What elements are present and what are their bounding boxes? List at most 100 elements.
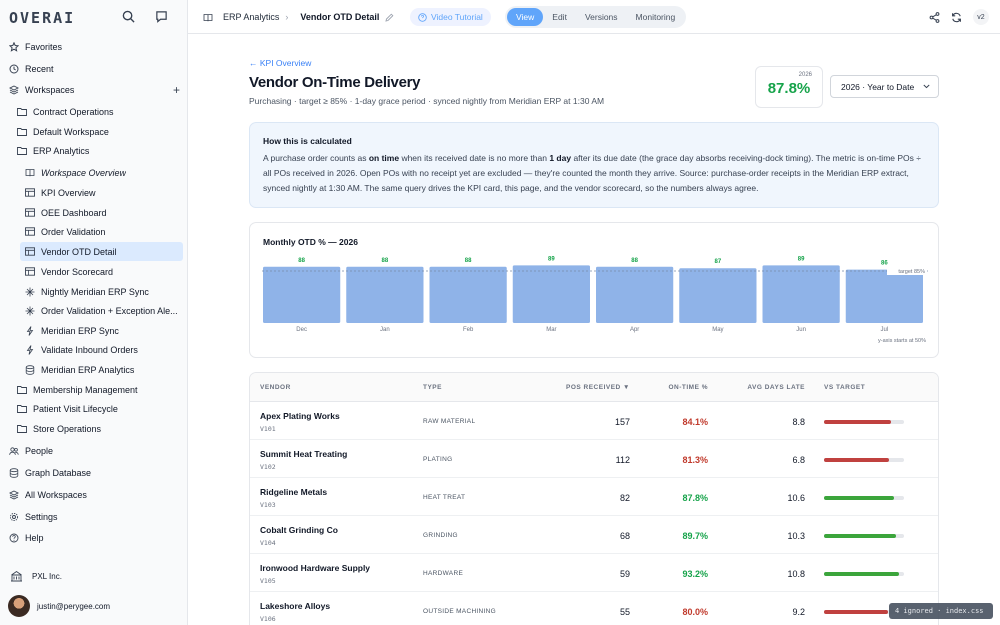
col-avg-days-late[interactable]: AVG DAYS LATE [747,384,805,391]
col-on-time[interactable]: ON-TIME % [668,384,708,391]
vendor-name: Ironwood Hardware Supply [260,563,371,573]
org-switcher[interactable]: PXL Inc. [10,570,62,582]
share-icon[interactable] [928,11,940,23]
sidebar-item-nightly-meridian-erp-sync[interactable]: Nightly Meridian ERP Sync [20,282,183,301]
sidebar-item-vendor-scorecard[interactable]: Vendor Scorecard [20,262,183,281]
target-label: target 85% [898,269,925,275]
chart-tick-label: Feb [463,327,474,333]
period-select[interactable]: 2026 · Year to Date [830,75,939,98]
kpi-card: 2026 87.8% [755,66,823,108]
sidebar-item-oee-dashboard[interactable]: OEE Dashboard [20,203,183,222]
folder-icon [17,405,27,413]
sidebar-item-validate-inbound-orders[interactable]: Validate Inbound Orders [20,340,183,359]
chart-data-label: 88 [631,258,638,264]
vendor-code: V101 [260,425,276,433]
chart-footnote: y-axis starts at 50% [878,338,926,344]
sidebar-item-recent[interactable]: Recent [4,59,184,78]
help-icon [9,533,19,542]
pos-received: 55 [619,607,630,617]
chart-bar[interactable] [429,266,507,323]
chart-svg: 88 Dec 88 Jan 88 Feb 89 Mar 88 Apr 87 May 89 Jun 86 Jul… [262,256,928,344]
tab-view[interactable]: View [507,8,544,26]
chart-bar[interactable] [512,265,590,323]
dev-toast: 4 ignored · index.css [889,603,993,619]
sidebar-item-store-operations[interactable]: Store Operations [12,419,184,438]
vendor-name: Apex Plating Works [260,411,340,421]
sidebar-item-kpi-overview[interactable]: KPI Overview [20,183,183,202]
col-type[interactable]: TYPE [423,384,442,391]
table-row[interactable]: Cobalt Grinding Co V104 GRINDING 68 89.7% 10.… [250,516,938,554]
avg-days-late: 8.8 [792,417,805,427]
sidebar-item-order-validation[interactable]: Order Validation [20,222,183,241]
sidebar-item-contract-operations[interactable]: Contract Operations [12,102,184,121]
sidebar-item-all-workspaces[interactable]: All Workspaces [4,485,184,504]
sidebar-item-workspaces[interactable]: Workspaces [4,80,184,99]
table-row[interactable]: Ridgeline Metals V103 HEAT TREAT 82 87.8% 10.… [250,478,938,516]
sidebar-item-help[interactable]: Help [4,528,184,547]
sidebar-item-default-workspace[interactable]: Default Workspace [12,122,184,141]
vendor-name: Summit Heat Treating [260,449,348,459]
sidebar-item-patient-visit-lifecycle[interactable]: Patient Visit Lifecycle [12,399,184,418]
vendor-code: V105 [260,577,276,585]
chart-data-label: 86 [881,261,888,267]
col-vendor[interactable]: VENDOR [260,384,291,391]
folder-open-icon [17,147,27,155]
sidebar-item-order-validation-exception-alerts[interactable]: Order Validation + Exception Ale... [20,301,183,320]
version-badge[interactable]: v2 [973,9,989,25]
chart-data-label: 87 [715,259,722,265]
sidebar-item-settings[interactable]: Settings [4,507,184,526]
tab-edit[interactable]: Edit [543,8,576,26]
sidebar-item-graph-database[interactable]: Graph Database [4,463,184,482]
user-email: justin@perygee.com [37,601,111,611]
book-icon [25,169,35,177]
chart-data-label: 88 [382,258,389,264]
chart-bar[interactable] [596,266,674,323]
tab-monitoring[interactable]: Monitoring [627,8,685,26]
table-row[interactable]: Ironwood Hardware Supply V105 HARDWARE 59 93… [250,554,938,592]
sidebar-item-people[interactable]: People [4,441,184,460]
org-name: PXL Inc. [32,571,62,581]
breadcrumb-parent[interactable]: ERP Analytics [223,12,279,22]
video-tutorial-button[interactable]: Video Tutorial [410,8,491,26]
chat-icon[interactable] [153,8,169,24]
chart-bar[interactable] [263,266,341,323]
on-time-percent: 80.0% [682,607,708,617]
vendor-code: V106 [260,615,276,623]
table-row[interactable]: Summit Heat Treating V102 PLATING 112 81.3% 6… [250,440,938,478]
sidebar-item-membership-management[interactable]: Membership Management [12,380,184,399]
col-vs-target[interactable]: VS TARGET [824,384,865,391]
vs-target-bar-fill [824,458,890,462]
table-row[interactable]: Apex Plating Works V101 RAW MATERIAL 157 84.… [250,402,938,440]
tab-versions[interactable]: Versions [576,8,627,26]
chart-bar[interactable] [762,265,840,323]
on-time-percent: 87.8% [682,493,708,503]
folder-icon [17,386,27,394]
table-icon [25,208,35,217]
user-menu[interactable]: justin@perygee.com [8,595,110,617]
topbar: ERP Analytics › Vendor OTD Detail Video … [188,0,1000,34]
sidebar-item-meridian-erp-sync[interactable]: Meridian ERP Sync [20,321,183,340]
sidebar-item-erp-analytics[interactable]: ERP Analytics [12,141,184,160]
page-title: Vendor On-Time Delivery [249,74,421,91]
sidebar-item-favorites[interactable]: Favorites [4,37,184,56]
sidebar-item-workspace-overview[interactable]: Workspace Overview [20,163,183,182]
vs-target-bar-fill [824,572,899,576]
chart-bar[interactable] [679,268,757,323]
refresh-icon[interactable] [950,11,962,23]
sidebar-item-meridian-erp-analytics[interactable]: Meridian ERP Analytics [20,360,183,379]
database-icon [25,364,35,375]
pos-received: 157 [614,417,630,427]
pencil-icon[interactable] [385,13,394,22]
back-link[interactable]: ← KPI Overview [249,58,311,68]
sidebar-item-vendor-otd-detail[interactable]: Vendor OTD Detail [20,242,183,261]
avg-days-late: 6.8 [792,455,805,465]
chart-bar[interactable] [346,266,424,323]
col-pos-received[interactable]: POS RECEIVED ▼ [566,384,630,391]
table-row[interactable]: Lakeshore Alloys V106 OUTSIDE MACHINING 55 8… [250,592,938,625]
app-logo: OVERAI [9,9,76,27]
chart-bar[interactable] [845,269,923,323]
search-icon[interactable] [120,8,136,24]
add-workspace-icon[interactable]: + [173,83,180,97]
layers-icon [9,84,19,95]
vendor-table: VENDOR TYPE POS RECEIVED ▼ ON-TIME % AVG… [249,372,939,625]
